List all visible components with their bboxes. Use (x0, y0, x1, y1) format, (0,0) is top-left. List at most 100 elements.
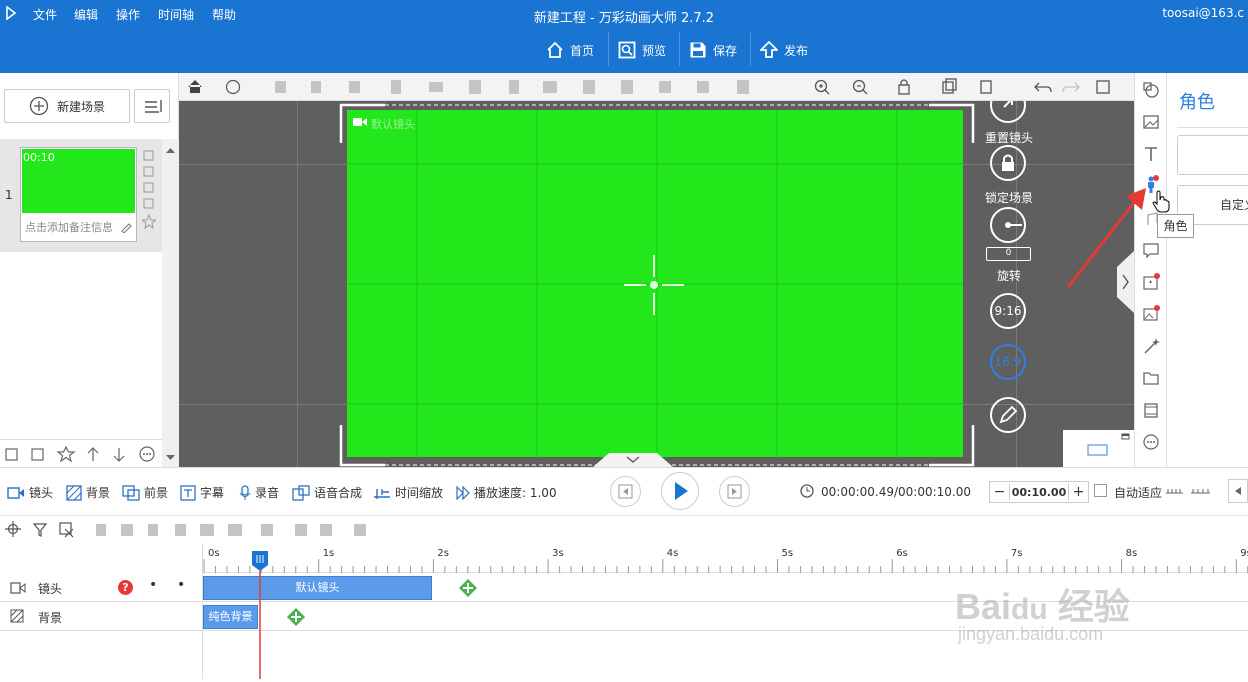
camera-button[interactable]: 镜头 (7, 484, 53, 501)
time-ruler[interactable]: 0s 1s 2s 3s 4s 5s 6s 7s 8s 9s (203, 543, 1248, 573)
subtitle-button[interactable]: 字幕 (180, 484, 224, 501)
publish-icon (760, 41, 778, 58)
camera-frame-corners[interactable] (339, 103, 975, 467)
ruler-label: 3s (552, 548, 564, 559)
ratio-16-9-button[interactable]: 16:9 (990, 344, 1026, 380)
collapse-panel-icon[interactable] (593, 451, 673, 467)
new-scene-button[interactable]: 新建场景 (4, 89, 130, 123)
reset-camera-icon[interactable] (990, 101, 1026, 123)
magic-wand-icon[interactable] (1142, 337, 1160, 355)
lock-scene-button[interactable] (990, 145, 1026, 181)
background-button[interactable]: 背景 (66, 484, 110, 501)
speed-label: 播放速度: 1.00 (474, 486, 557, 500)
subtitle-label: 字幕 (200, 486, 225, 500)
zoom-timeline-icon[interactable] (1165, 485, 1215, 497)
tts-button[interactable]: 语音合成 (292, 484, 362, 501)
timescale-icon (374, 488, 390, 499)
ruler-label: 6s (896, 548, 908, 559)
timeline-toolbar (0, 515, 1248, 543)
foreground-label: 前景 (144, 486, 169, 500)
image-icon[interactable] (1142, 113, 1160, 131)
play-button[interactable] (661, 472, 699, 510)
draw-button[interactable] (990, 397, 1026, 433)
lock-dot-icon[interactable]: • (177, 577, 185, 593)
shape-icon[interactable] (1142, 81, 1160, 99)
speed-button[interactable]: 播放速度: 1.00 (456, 484, 557, 501)
title-bar: 文件 编辑 操作 时间轴 帮助 新建工程 - 万彩动画大师 2.7.2 toos… (0, 0, 1248, 73)
character-search[interactable] (1177, 135, 1248, 175)
rotate-value-input[interactable]: 0 (986, 247, 1031, 261)
scene-footer-icons[interactable] (0, 440, 162, 468)
panel-divider (1177, 127, 1248, 128)
timeline-tools-icons[interactable] (0, 516, 380, 544)
auto-adapt-label: 自动适应 (1114, 486, 1163, 500)
auto-adapt-checkbox[interactable] (1094, 484, 1107, 497)
add-keyframe-icon[interactable] (286, 607, 306, 627)
ratio-9-16-button[interactable]: 9:16 (990, 293, 1026, 329)
camera-icon (7, 486, 24, 499)
more-icon[interactable] (1142, 433, 1160, 451)
scene-item[interactable]: 1 00:10 点击添加备注信息 (0, 139, 162, 252)
foreground-button[interactable]: 前景 (122, 484, 168, 501)
ruler-label: 9s (1240, 548, 1248, 559)
user-account[interactable]: toosai@163.c (1162, 6, 1244, 20)
record-button[interactable]: 录音 (239, 484, 279, 501)
video-icon[interactable] (1142, 401, 1160, 419)
playhead[interactable] (250, 549, 270, 679)
folder-icon[interactable] (1142, 369, 1160, 387)
ruler-label: 7s (1011, 548, 1023, 559)
save-button[interactable]: 保存 (689, 32, 737, 68)
camera-track-icon (10, 582, 26, 594)
text-icon[interactable] (1142, 145, 1160, 163)
gallery-icon[interactable] (1142, 305, 1160, 323)
step-forward-icon (727, 484, 742, 499)
help-icon[interactable]: ? (118, 580, 133, 595)
camera-clip[interactable]: 默认镜头 (203, 576, 432, 600)
scene-scrollbar[interactable] (162, 139, 179, 467)
toolbar-divider (679, 32, 680, 66)
time-readout: 00:00:00.49/00:00:10.00 (821, 485, 971, 499)
rotate-dial[interactable] (990, 207, 1026, 243)
timescale-button[interactable]: 时间缩放 (373, 484, 443, 501)
timeline-control-bar: 镜头 背景 前景 字幕 录音 语音合成 时间缩放 播放速度: 1.00 00:0… (0, 467, 1248, 515)
edit-icon[interactable] (120, 221, 132, 233)
preview-button-label: 预览 (642, 43, 667, 58)
increase-duration-button[interactable]: + (1068, 484, 1088, 500)
grid-line (297, 101, 298, 467)
panel-title: 角色 (1179, 92, 1215, 113)
next-frame-button[interactable] (719, 476, 750, 507)
scene-duration: 00:10 (23, 151, 55, 164)
add-keyframe-icon[interactable] (458, 578, 478, 598)
ruler-label: 2s (437, 548, 449, 559)
canvas-tools-icons[interactable] (179, 73, 1134, 101)
new-scene-label: 新建场景 (56, 99, 105, 114)
minimap[interactable] (1063, 430, 1134, 467)
preview-button[interactable]: 预览 (618, 32, 666, 68)
play-icon (675, 482, 688, 500)
ruler-label: 1s (323, 548, 335, 559)
ruler-label: 5s (782, 548, 794, 559)
collapse-bar-button[interactable] (1228, 479, 1248, 503)
list-icon (145, 100, 162, 113)
subtitle-icon (180, 484, 196, 501)
add-circle-icon (29, 96, 49, 116)
rotate-dial-icon (1005, 222, 1022, 228)
track-name: 镜头 (38, 582, 63, 596)
foreground-icon (122, 484, 140, 501)
prev-frame-button[interactable] (610, 476, 641, 507)
editing-canvas[interactable]: 默认镜头 重置镜头 锁定场景 0 旋转 9:16 16:9 (179, 101, 1134, 467)
scene-actions-icon[interactable] (142, 149, 156, 229)
scene-thumbnail[interactable]: 00:10 点击添加备注信息 (20, 147, 137, 242)
duration-stepper[interactable]: − 00:10.00 + (989, 481, 1089, 503)
scene-note-input[interactable]: 点击添加备注信息 (25, 219, 133, 235)
hand-cursor-icon (1152, 190, 1170, 213)
home-button[interactable]: 首页 (546, 32, 594, 68)
watermark-url: jingyan.baidu.com (958, 624, 1104, 644)
decrease-duration-button[interactable]: − (990, 484, 1010, 500)
duration-value[interactable]: 00:10.00 (1010, 486, 1068, 499)
toolbar-divider (750, 32, 751, 66)
speed-icon (456, 485, 470, 500)
scene-list-button[interactable] (134, 89, 170, 123)
publish-button[interactable]: 发布 (760, 32, 808, 68)
visibility-dot-icon[interactable]: • (149, 577, 157, 593)
